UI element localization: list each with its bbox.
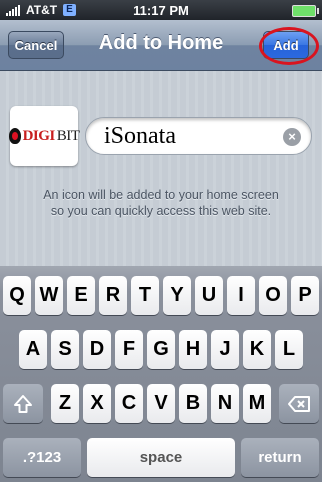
key-a[interactable]: A bbox=[19, 330, 47, 369]
key-d[interactable]: D bbox=[83, 330, 111, 369]
key-y[interactable]: Y bbox=[163, 276, 191, 315]
key-t[interactable]: T bbox=[131, 276, 159, 315]
key-m[interactable]: M bbox=[243, 384, 271, 423]
key-g[interactable]: G bbox=[147, 330, 175, 369]
key-v[interactable]: V bbox=[147, 384, 175, 423]
shift-arrow-icon bbox=[14, 394, 32, 413]
shift-key[interactable] bbox=[3, 384, 43, 423]
status-time: 11:17 PM bbox=[133, 3, 189, 18]
add-button-highlight-circle bbox=[259, 27, 319, 65]
clear-text-icon[interactable]: × bbox=[283, 128, 301, 146]
key-j[interactable]: J bbox=[211, 330, 239, 369]
key-i[interactable]: I bbox=[227, 276, 255, 315]
key-h[interactable]: H bbox=[179, 330, 207, 369]
key-p[interactable]: P bbox=[291, 276, 319, 315]
delete-key[interactable] bbox=[279, 384, 319, 423]
key-c[interactable]: C bbox=[115, 384, 143, 423]
key-l[interactable]: L bbox=[275, 330, 303, 369]
key-e[interactable]: E bbox=[67, 276, 95, 315]
hint-line-1: An icon will be added to your home scree… bbox=[43, 188, 279, 202]
key-r[interactable]: R bbox=[99, 276, 127, 315]
key-s[interactable]: S bbox=[51, 330, 79, 369]
digibit-logo: DIGI BIT bbox=[8, 128, 80, 145]
key-q[interactable]: Q bbox=[3, 276, 31, 315]
bookmark-name-field[interactable]: iSonata × bbox=[85, 117, 312, 155]
key-z[interactable]: Z bbox=[51, 384, 79, 423]
hint-line-2: so you can quickly access this web site. bbox=[50, 204, 272, 218]
digibit-logo-mark-icon bbox=[8, 128, 21, 144]
key-w[interactable]: W bbox=[35, 276, 63, 315]
key-x[interactable]: X bbox=[83, 384, 111, 423]
onscreen-keyboard: Q W E R T Y U I O P A S D F G H J K L Z … bbox=[0, 266, 322, 482]
key-o[interactable]: O bbox=[259, 276, 287, 315]
bookmark-editor: DIGI BIT iSonata × An icon will be added … bbox=[0, 71, 322, 266]
status-bar: AT&T E 11:17 PM bbox=[0, 0, 322, 20]
space-key[interactable]: space bbox=[87, 438, 235, 477]
bookmark-name-value: iSonata bbox=[104, 123, 176, 149]
key-f[interactable]: F bbox=[115, 330, 143, 369]
web-clip-icon-preview: DIGI BIT bbox=[8, 106, 80, 166]
add-to-home-hint: An icon will be added to your home scree… bbox=[12, 187, 310, 219]
backspace-icon bbox=[288, 395, 310, 412]
add-to-home-screen: AT&T E 11:17 PM Cancel Add to Home Add D… bbox=[0, 0, 322, 482]
key-n[interactable]: N bbox=[211, 384, 239, 423]
key-u[interactable]: U bbox=[195, 276, 223, 315]
battery-icon bbox=[292, 5, 319, 17]
key-k[interactable]: K bbox=[243, 330, 271, 369]
key-b[interactable]: B bbox=[179, 384, 207, 423]
return-key[interactable]: return bbox=[241, 438, 319, 477]
numbers-key[interactable]: .?123 bbox=[3, 438, 81, 477]
